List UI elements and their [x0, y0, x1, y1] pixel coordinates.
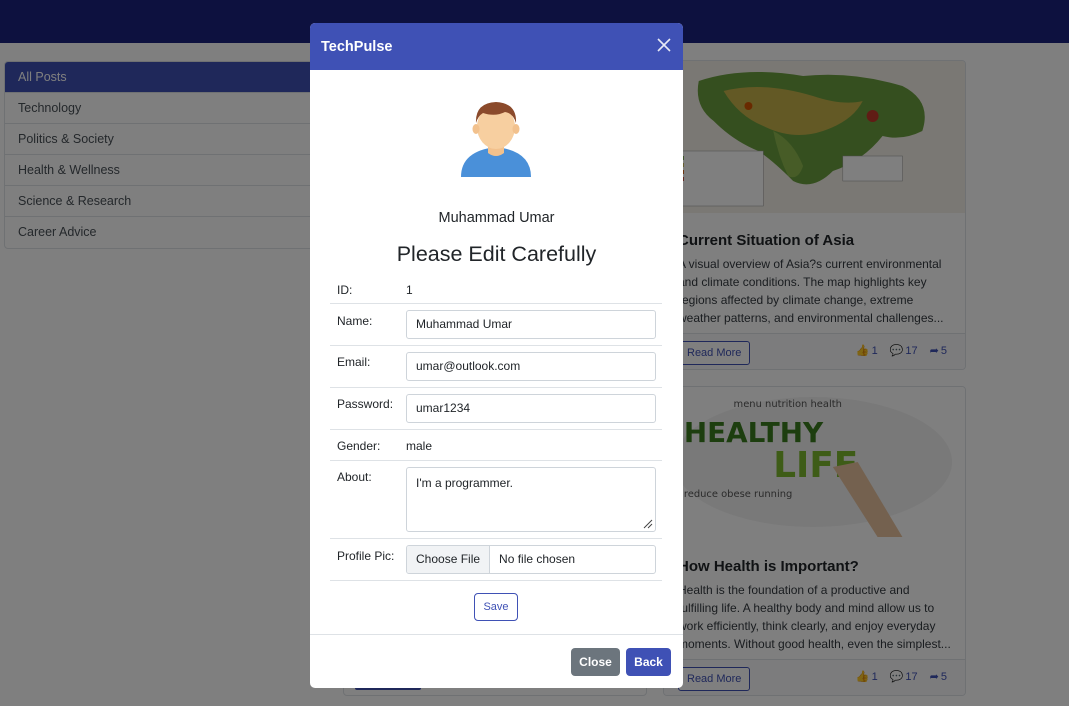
- modal-header: TechPulse: [310, 23, 683, 70]
- name-row: Name: Muhammad Umar: [330, 304, 662, 346]
- file-status: No file chosen: [499, 552, 576, 566]
- password-row: Password: umar1234: [330, 388, 662, 430]
- password-label: Password:: [337, 397, 394, 411]
- gender-value: male: [406, 439, 433, 453]
- password-input[interactable]: umar1234: [406, 394, 656, 423]
- about-row: About: I'm a programmer.: [330, 461, 662, 539]
- email-input[interactable]: umar@outlook.com: [406, 352, 656, 381]
- close-button[interactable]: Close: [571, 648, 620, 676]
- id-value: 1: [406, 283, 413, 297]
- email-label: Email:: [337, 355, 371, 369]
- profile-pic-file-input[interactable]: Choose File No file chosen: [406, 545, 656, 574]
- choose-file-button[interactable]: Choose File: [407, 546, 491, 573]
- about-text: I'm a programmer.: [416, 476, 513, 490]
- close-icon[interactable]: [657, 38, 671, 52]
- gender-label: Gender:: [337, 439, 381, 453]
- back-button[interactable]: Back: [626, 648, 671, 676]
- name-input[interactable]: Muhammad Umar: [406, 310, 656, 339]
- profile-pic-row: Profile Pic: Choose File No file chosen: [330, 539, 662, 581]
- about-textarea[interactable]: I'm a programmer.: [406, 467, 656, 532]
- modal-title: TechPulse: [321, 38, 393, 55]
- modal-footer: Close Back: [310, 634, 683, 688]
- name-label: Name:: [337, 314, 373, 328]
- profile-pic-label: Profile Pic:: [337, 549, 395, 563]
- id-label: ID:: [337, 283, 353, 297]
- gender-row: Gender: male: [330, 430, 662, 461]
- about-label: About:: [337, 470, 372, 484]
- user-name: Muhammad Umar: [438, 210, 555, 226]
- id-row: ID: 1: [330, 276, 662, 304]
- user-avatar-icon: [461, 102, 531, 177]
- email-row: Email: umar@outlook.com: [330, 346, 662, 388]
- save-button[interactable]: Save: [474, 593, 518, 621]
- edit-heading: Please Edit Carefully: [396, 242, 597, 266]
- resize-handle-icon[interactable]: [643, 519, 653, 529]
- profile-edit-modal: TechPulse Muhammad Umar Please Edit Care…: [310, 23, 683, 688]
